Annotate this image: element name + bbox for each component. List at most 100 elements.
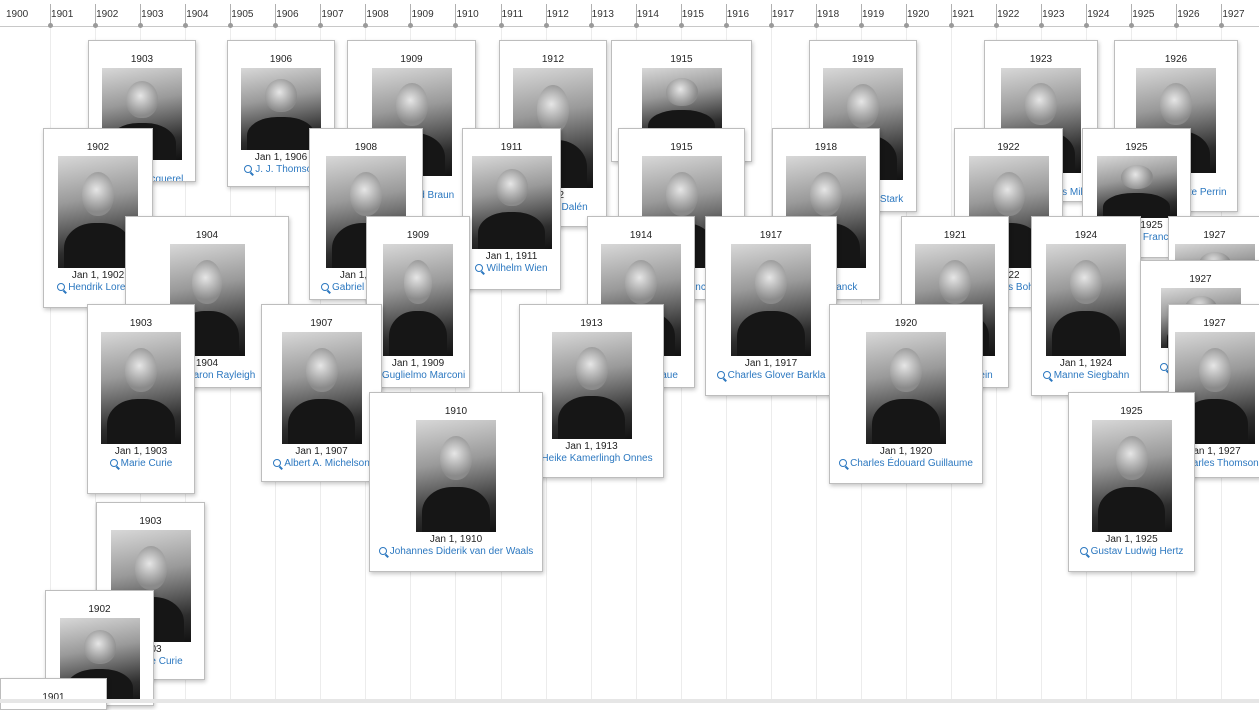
- timeline-axis[interactable]: 1900 1901 1902 1903 1904 1905 1906 1907 1908 1909…: [0, 0, 1259, 27]
- card-year: 1902: [88, 604, 111, 615]
- laureate-link[interactable]: Johannes Diderik van der Waals: [370, 546, 542, 557]
- portrait-photo: [101, 332, 181, 444]
- axis-tick: [50, 4, 51, 25]
- axis-tick: [725, 4, 727, 25]
- laureate-card[interactable]: 1907 Jan 1, 1907 Albert A. Michelson: [261, 304, 382, 482]
- axis-tick: [1176, 4, 1178, 25]
- laureate-card[interactable]: 1917 Jan 1, 1917 Charles Glover Barkla: [705, 216, 837, 396]
- axis-tick-dot: [183, 23, 189, 28]
- portrait-head: [126, 80, 158, 118]
- axis-tick: [1221, 4, 1223, 25]
- portrait-head: [665, 171, 698, 217]
- axis-year-label: 1906: [276, 9, 299, 20]
- axis-year-label: 1920: [907, 9, 930, 20]
- card-year: 1924: [1074, 230, 1098, 241]
- laureate-link[interactable]: Manne Siegbahn: [1032, 370, 1140, 381]
- card-date: Jan 1, 1917: [744, 358, 798, 369]
- card-year: 1907: [310, 318, 333, 329]
- laureate-link[interactable]: Guglielmo Marconi: [367, 370, 469, 381]
- axis-year-label: 1907: [321, 9, 344, 20]
- laureate-card[interactable]: 1910 Jan 1, 1910 Johannes Diderik van der …: [369, 392, 543, 572]
- portrait-head: [1160, 82, 1192, 125]
- card-date: Jan 1, 1909: [391, 358, 445, 369]
- laureate-link[interactable]: Marie Curie: [88, 458, 194, 469]
- axis-tick-dot: [1219, 23, 1225, 28]
- portrait-head: [440, 435, 472, 481]
- card-date: Jan 1, 1911: [485, 251, 538, 262]
- portrait-head: [1120, 164, 1153, 190]
- laureate-name: Wilhelm Wien: [486, 263, 548, 274]
- search-icon: [716, 371, 725, 379]
- portrait-head: [395, 83, 428, 127]
- portrait-photo: [551, 332, 632, 439]
- laureate-card[interactable]: 1901: [0, 678, 107, 710]
- laureate-name: Guglielmo Marconi: [381, 370, 466, 381]
- search-icon: [57, 283, 66, 291]
- laureate-card[interactable]: 1920 Jan 1, 1920 Charles Édouard Guillaume: [829, 304, 983, 484]
- card-year: 1903: [129, 318, 153, 329]
- card-year: 1927: [1189, 274, 1212, 285]
- card-year: 1903: [130, 54, 154, 65]
- portrait-head: [810, 171, 842, 217]
- laureate-link[interactable]: Wilhelm Wien: [463, 263, 560, 274]
- axis-tick-dot: [498, 23, 504, 28]
- axis-tick: [680, 4, 682, 25]
- search-icon: [321, 283, 330, 291]
- portrait-body: [247, 117, 315, 150]
- portrait-photo: [1046, 244, 1126, 356]
- card-year: 1902: [86, 142, 110, 153]
- axis-tick-dot: [949, 23, 954, 28]
- card-date: Jan 1, 1903: [114, 446, 168, 457]
- search-icon: [1159, 363, 1168, 371]
- axis-year-label: 1918: [816, 9, 840, 20]
- card-year: 1921: [943, 230, 967, 241]
- card-year: 1925: [1120, 406, 1143, 417]
- search-icon: [839, 459, 848, 467]
- axis-tick: [140, 4, 142, 25]
- axis-tick: [545, 4, 547, 25]
- axis-tick-dot: [48, 23, 53, 28]
- laureate-card[interactable]: 1925 Jan 1, 1925 Gustav Ludwig Hertz: [1068, 392, 1195, 572]
- card-year: 1908: [354, 142, 378, 153]
- axis-tick: [1131, 4, 1133, 25]
- card-date: Jan 1, 1907: [295, 446, 348, 457]
- laureate-link[interactable]: Charles Glover Barkla: [706, 370, 836, 381]
- axis-tick: [590, 4, 592, 25]
- portrait-photo: [471, 156, 552, 249]
- card-year: 1913: [580, 318, 603, 329]
- laureate-card[interactable]: 1911 Jan 1, 1911 Wilhelm Wien: [462, 128, 561, 290]
- laureate-card[interactable]: 1903 Jan 1, 1903 Marie Curie: [87, 304, 195, 494]
- laureate-name: Charles Édouard Guillaume: [850, 458, 973, 469]
- card-year: 1909: [400, 54, 423, 65]
- axis-tick: [815, 4, 817, 25]
- portrait-head: [305, 347, 338, 393]
- laureate-link[interactable]: Albert A. Michelson: [262, 458, 381, 469]
- axis-year-label: 1913: [591, 9, 614, 20]
- laureate-link[interactable]: Gustav Ludwig Hertz: [1069, 546, 1194, 557]
- card-date: Jan 1, 1925: [1105, 534, 1158, 545]
- card-year: 1927: [1203, 230, 1226, 241]
- portrait-body: [1052, 311, 1120, 356]
- axis-tick-dot: [633, 23, 639, 28]
- portrait-photo: [383, 244, 453, 356]
- laureate-card[interactable]: 1924 Jan 1, 1924 Manne Siegbahn: [1031, 216, 1141, 396]
- axis-tick: [275, 4, 277, 25]
- axis-tick-dot: [858, 23, 864, 28]
- axis-tick: [1086, 4, 1088, 25]
- axis-tick: [635, 4, 637, 25]
- search-icon: [378, 547, 387, 555]
- portrait-body: [872, 399, 940, 444]
- axis-tick-dot: [453, 23, 459, 28]
- portrait-photo: [281, 332, 362, 444]
- laureate-link[interactable]: Charles Édouard Guillaume: [830, 458, 982, 469]
- axis-tick: [770, 4, 772, 25]
- portrait-head: [134, 545, 167, 591]
- card-year: 1915: [670, 54, 693, 65]
- portrait-head: [265, 79, 297, 113]
- axis-year-label: 1923: [1042, 9, 1065, 20]
- horizontal-scrollbar[interactable]: [0, 699, 1259, 703]
- axis-tick: [951, 4, 952, 25]
- portrait-head: [83, 629, 116, 664]
- portrait-photo: [1096, 156, 1177, 218]
- card-year: 1919: [851, 54, 875, 65]
